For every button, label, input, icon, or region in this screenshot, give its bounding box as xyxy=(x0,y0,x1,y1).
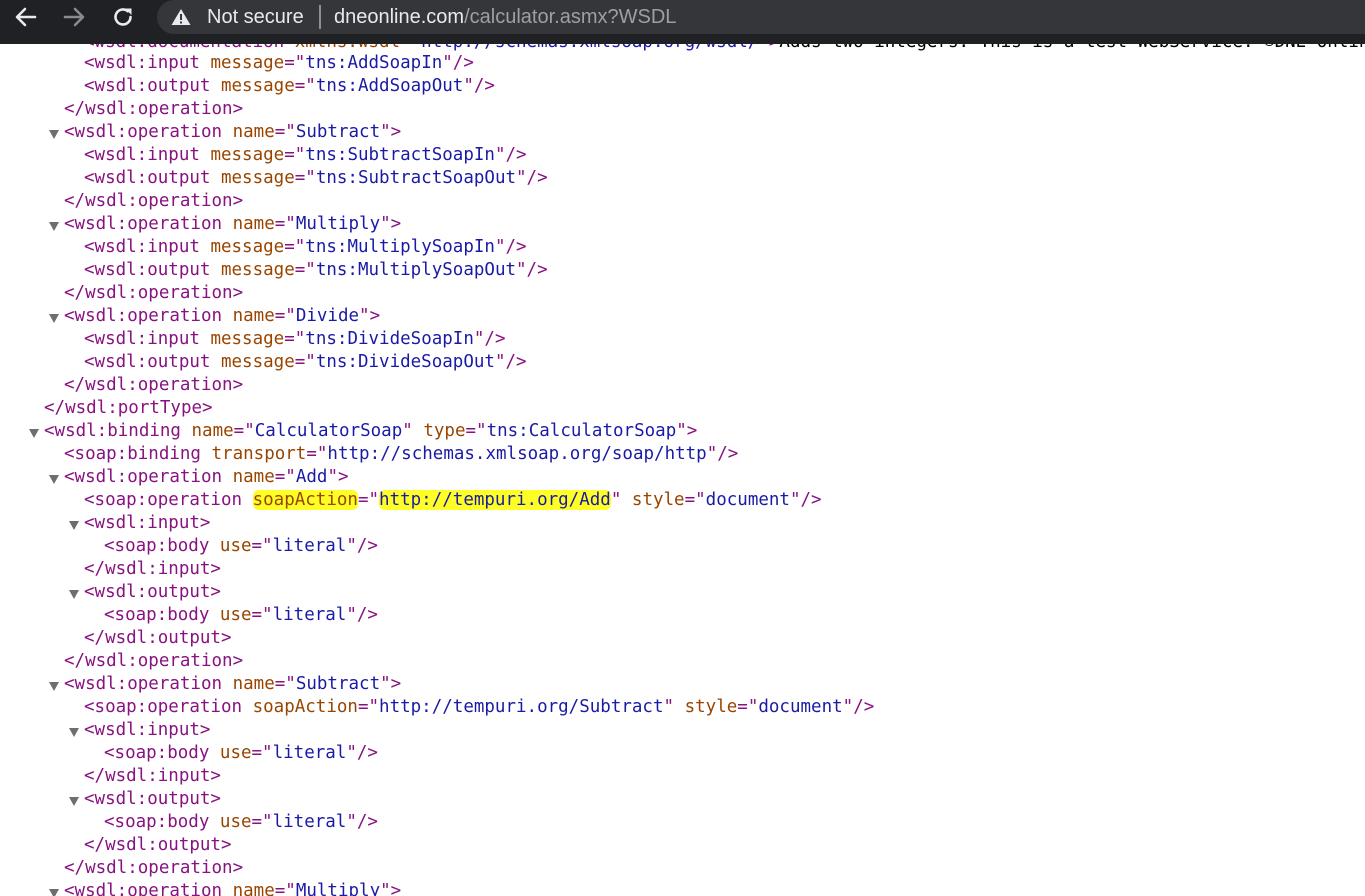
xml-line: <soap:operation soapAction="http://tempu… xyxy=(84,697,875,717)
xml-line: </wsdl:input> xyxy=(84,766,221,786)
highlighted-soapaction-attr: soapAction xyxy=(252,490,358,510)
xml-line: </wsdl:portType> xyxy=(44,398,213,418)
xml-line: </wsdl:operation> xyxy=(64,99,244,119)
collapse-triangle-icon[interactable] xyxy=(69,590,79,599)
collapse-triangle-icon[interactable] xyxy=(69,797,79,806)
xml-line: <wsdl:operation name="Subtract"> xyxy=(64,674,402,694)
xml-line: <wsdl:input message="tns:AddSoapIn"/> xyxy=(84,53,474,73)
collapse-triangle-icon[interactable] xyxy=(49,222,59,231)
reload-icon xyxy=(114,8,132,26)
forward-arrow-icon xyxy=(63,7,85,27)
xml-line: <soap:body use="literal"/> xyxy=(104,536,378,556)
collapse-triangle-icon[interactable] xyxy=(49,682,59,691)
collapse-triangle-icon[interactable] xyxy=(49,314,59,323)
collapse-triangle-icon[interactable] xyxy=(49,889,59,896)
collapse-triangle-icon[interactable] xyxy=(49,130,59,139)
xml-line: <soap:operation soapAction="http://tempu… xyxy=(84,490,822,510)
xml-line: <wsdl:operation name="Add"> xyxy=(64,467,349,487)
address-bar[interactable]: Not secure dneonline.com/calculator.asmx… xyxy=(157,0,1365,34)
xml-line: <wsdl:operation name="Multiply"> xyxy=(64,881,402,896)
xml-line: <wsdl:binding name="CalculatorSoap" type… xyxy=(44,421,698,441)
reload-button[interactable] xyxy=(106,0,140,34)
xml-line: </wsdl:operation> xyxy=(64,191,244,211)
xml-line: <wsdl:operation name="Multiply"> xyxy=(64,214,402,234)
collapse-triangle-icon[interactable] xyxy=(69,521,79,530)
xml-line: <wsdl:output message="tns:AddSoapOut"/> xyxy=(84,76,495,96)
xml-line: <wsdl:operation name="Subtract"> xyxy=(64,122,402,142)
url-host: dneonline.com xyxy=(334,6,465,28)
xml-line: </wsdl:operation> xyxy=(64,858,244,878)
collapse-triangle-icon[interactable] xyxy=(29,429,39,438)
xml-line: <wsdl:input> xyxy=(84,720,211,740)
xml-line: <wsdl:input message="tns:DivideSoapIn"/> xyxy=(84,329,506,349)
highlighted-soapaction-value: http://tempuri.org/Add xyxy=(379,490,611,510)
forward-button[interactable] xyxy=(57,0,91,34)
xml-line: </wsdl:operation> xyxy=(64,375,244,395)
url-text[interactable]: dneonline.com/calculator.asmx?WSDL xyxy=(334,4,676,30)
xml-line: </wsdl:input> xyxy=(84,559,221,579)
xml-line: <wsdl:input> xyxy=(84,513,211,533)
xml-line: <wsdl:output message="tns:SubtractSoapOu… xyxy=(84,168,548,188)
browser-toolbar: Not secure dneonline.com/calculator.asmx… xyxy=(0,0,1365,44)
omnibox-divider xyxy=(319,5,321,29)
back-button[interactable] xyxy=(9,0,43,34)
xml-line: </wsdl:operation> xyxy=(64,283,244,303)
warning-icon xyxy=(171,9,191,25)
xml-line: </wsdl:operation> xyxy=(64,651,244,671)
xml-line: <soap:binding transport="http://schemas.… xyxy=(64,444,739,464)
url-path: /calculator.asmx?WSDL xyxy=(464,6,677,28)
xml-line: <wsdl:input message="tns:SubtractSoapIn"… xyxy=(84,145,527,165)
back-arrow-icon xyxy=(15,7,37,27)
xml-line: <wsdl:output message="tns:DivideSoapOut"… xyxy=(84,352,527,372)
xml-line: </wsdl:output> xyxy=(84,835,232,855)
xml-line: <wsdl:operation name="Divide"> xyxy=(64,306,381,326)
security-label[interactable]: Not secure xyxy=(207,4,304,30)
xml-line: <wsdl:input message="tns:MultiplySoapIn"… xyxy=(84,237,527,257)
xml-line: <wsdl:output message="tns:MultiplySoapOu… xyxy=(84,260,548,280)
collapse-triangle-icon[interactable] xyxy=(69,728,79,737)
xml-line: <wsdl:output> xyxy=(84,582,221,602)
xml-line: <soap:body use="literal"/> xyxy=(104,743,378,763)
xml-line: <soap:body use="literal"/> xyxy=(104,812,378,832)
xml-line: <soap:body use="literal"/> xyxy=(104,605,378,625)
collapse-triangle-icon[interactable] xyxy=(49,475,59,484)
xml-line: </wsdl:output> xyxy=(84,628,232,648)
xml-tree-viewer: <wsdl:documentation xmlns:wsdl="http://s… xyxy=(0,44,1365,896)
xml-line: <wsdl:output> xyxy=(84,789,221,809)
